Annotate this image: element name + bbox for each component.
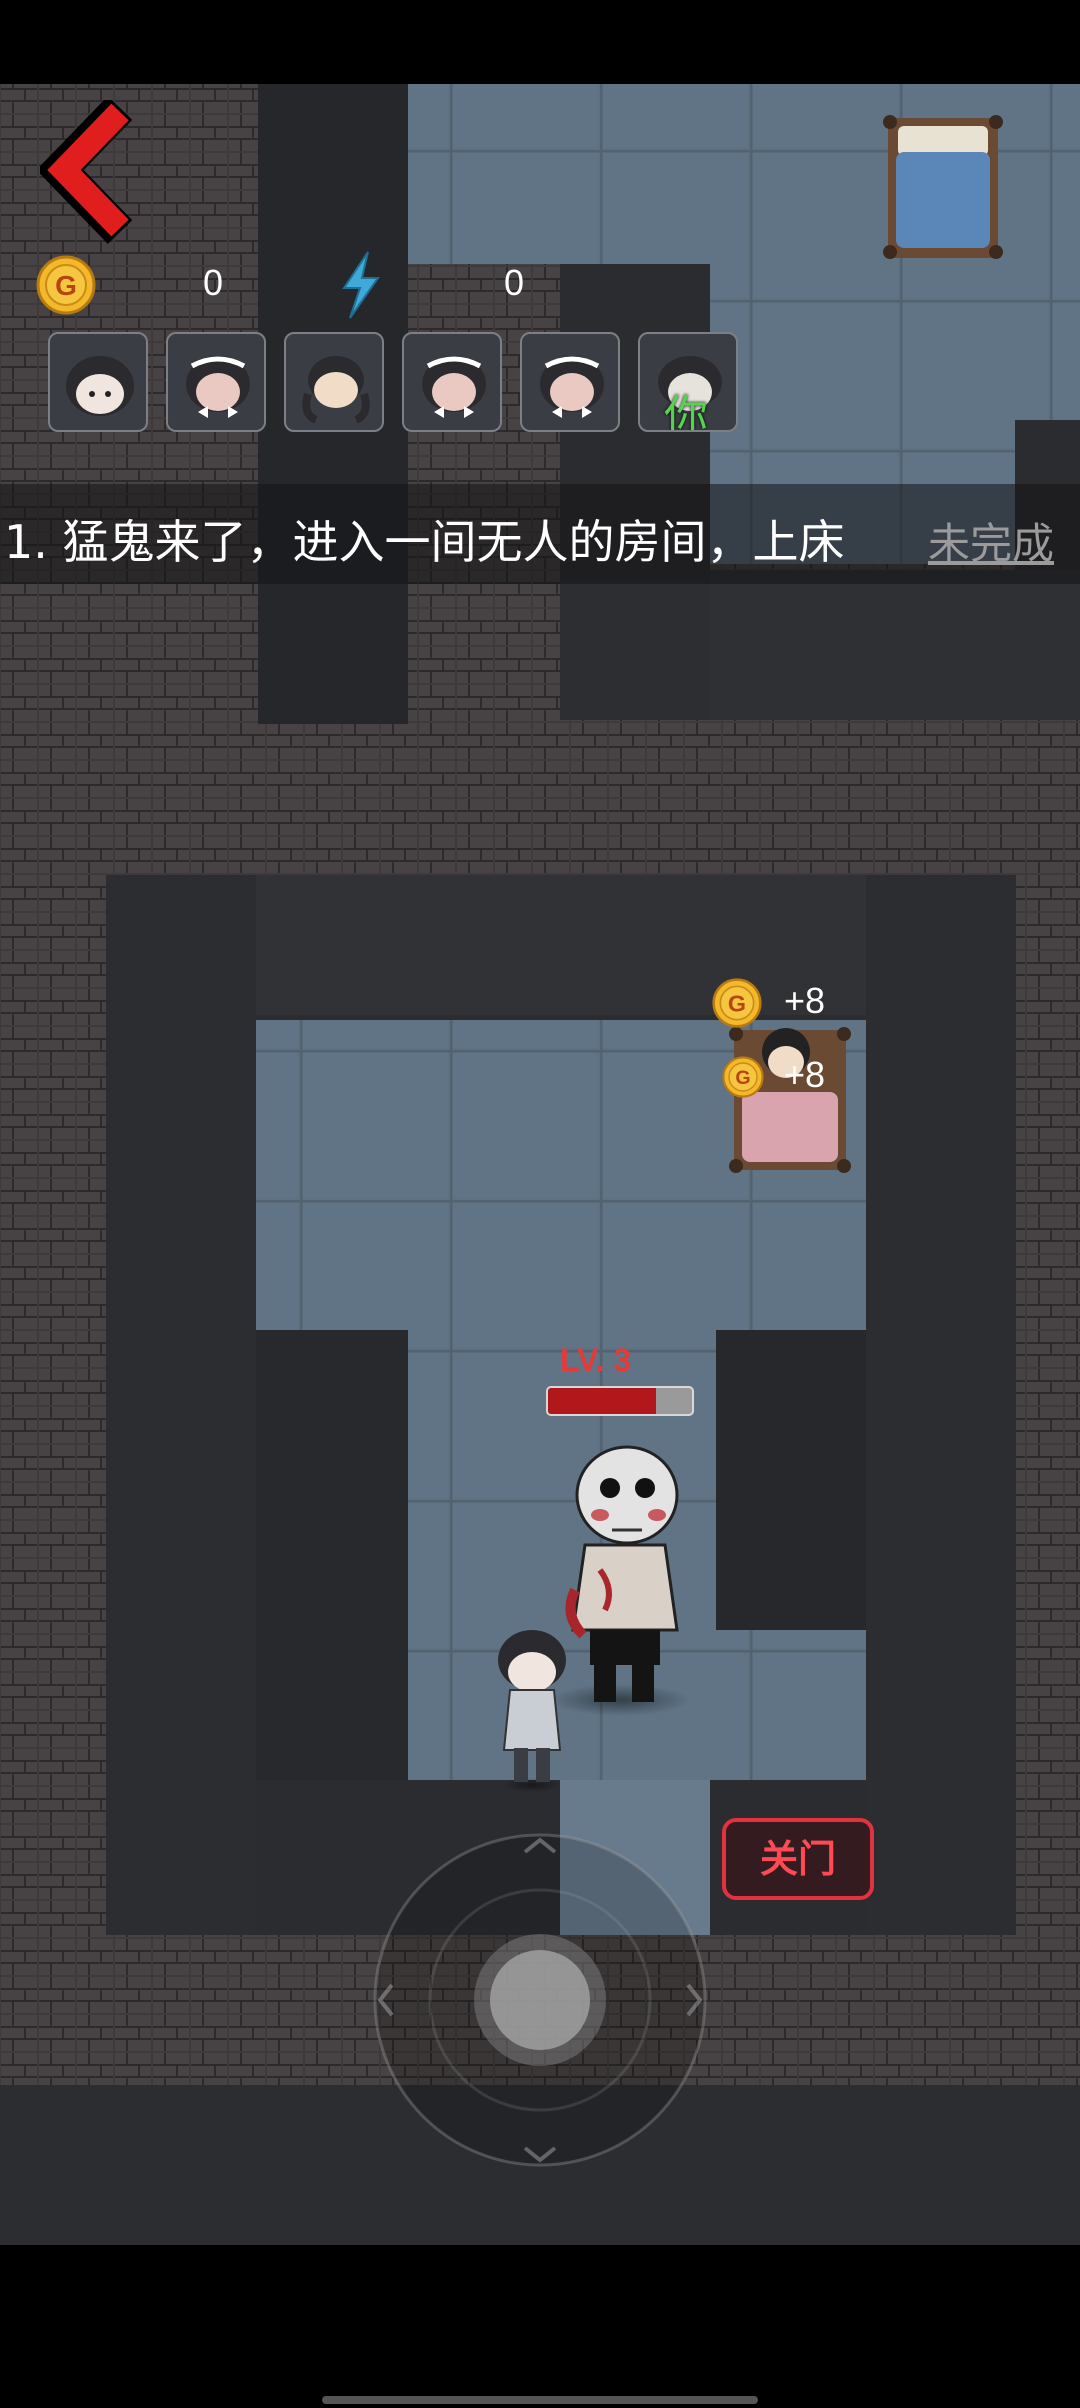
coin-count: 0: [203, 262, 224, 303]
ghost-health-bar: [546, 1386, 694, 1416]
maid-headband-girl-avatar-icon: [540, 356, 604, 418]
pink-bed: [729, 1027, 851, 1173]
game-screen: G 0 0 你 1. 猛鬼来了，进入一间无人的房间，上床 未完成 G +8 G …: [0, 0, 1080, 2408]
player-avatar-3[interactable]: [284, 332, 384, 432]
blue-bed: [883, 115, 1003, 259]
ghost-level-label: LV. 3: [560, 1342, 632, 1378]
energy-count: 0: [504, 262, 525, 303]
task-description: 1. 猛鬼来了，进入一间无人的房间，上床: [4, 515, 845, 569]
player-avatar-2[interactable]: [166, 332, 266, 432]
lightning-bolt-icon: [342, 251, 380, 319]
gold-coin-icon: G: [722, 1056, 764, 1098]
task-status-link[interactable]: 未完成: [928, 510, 1054, 571]
player-avatar-5[interactable]: [520, 332, 620, 432]
reward-amount-1: +8: [784, 980, 826, 1021]
maid-headband-girl-avatar-icon: [186, 356, 250, 418]
player-avatar-row: 你: [48, 332, 748, 436]
virtual-joystick-icon[interactable]: [370, 1830, 710, 2170]
reward-amount-2: +8: [784, 1054, 826, 1095]
home-indicator[interactable]: [322, 2396, 758, 2404]
svg-text:G: G: [55, 270, 77, 301]
pigtail-girl-avatar-icon: [302, 356, 370, 424]
player-avatar-4[interactable]: [402, 332, 502, 432]
you-tag: 你: [664, 391, 708, 432]
player-avatar-6-you[interactable]: 你: [638, 332, 738, 432]
maid-headband-girl-avatar-icon: [422, 356, 486, 418]
back-arrow-icon[interactable]: [40, 100, 150, 250]
player-avatar-1[interactable]: [48, 332, 148, 432]
close-door-button[interactable]: 关门: [722, 1818, 874, 1900]
svg-text:G: G: [728, 990, 746, 1016]
gold-coin-icon: G: [712, 978, 762, 1028]
gold-coin-icon: G: [36, 255, 96, 315]
ghost-health-fill: [548, 1388, 656, 1414]
short-hair-girl-avatar-icon: [66, 356, 134, 416]
svg-text:G: G: [735, 1067, 750, 1089]
